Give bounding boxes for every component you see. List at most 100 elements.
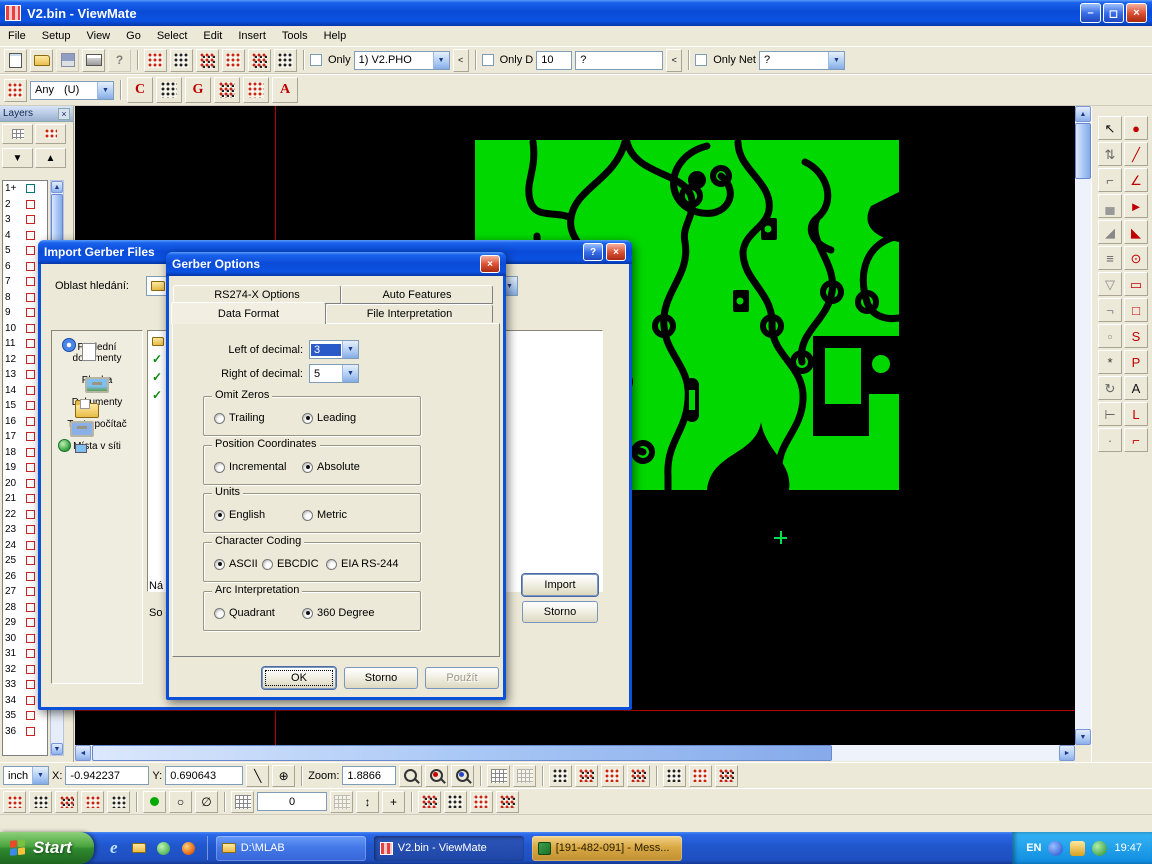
radio-selected-icon[interactable] — [302, 608, 313, 619]
open-file-button[interactable] — [30, 49, 53, 72]
layer-color-box[interactable] — [26, 696, 35, 705]
pad-filter-4-button[interactable] — [627, 765, 650, 787]
layer-row[interactable]: 1+ — [3, 181, 47, 197]
layer-colors-button[interactable] — [35, 124, 66, 144]
flash-view-button[interactable] — [196, 49, 219, 72]
units-metric-radio[interactable]: Metric — [302, 509, 347, 521]
vertical-scrollbar[interactable]: ▲ ▼ — [1075, 106, 1091, 745]
layer-color-box[interactable] — [26, 324, 35, 333]
left-of-decimal-selector[interactable]: 3 ▼ — [309, 340, 359, 359]
layer-color-box[interactable] — [26, 293, 35, 302]
layer-color-box[interactable] — [26, 603, 35, 612]
tab-file-interpretation[interactable]: File Interpretation — [326, 304, 493, 323]
y-coordinate-field[interactable]: 0.690643 — [165, 766, 243, 785]
chevron-down-icon[interactable]: ▼ — [342, 365, 358, 382]
import-cancel-button[interactable]: Storno — [522, 601, 598, 623]
layer-color-box[interactable] — [26, 510, 35, 519]
draw-mode-5-button[interactable] — [107, 791, 130, 813]
gerber-aperture-button[interactable]: G — [185, 77, 211, 103]
position-absolute-radio[interactable]: Absolute — [302, 461, 360, 473]
layer-color-box[interactable] — [26, 231, 35, 240]
dcode-display-button[interactable] — [144, 49, 167, 72]
layers-panel-header[interactable]: Layers × — [0, 106, 73, 122]
highlight-button[interactable] — [170, 49, 193, 72]
layer-color-box[interactable] — [26, 680, 35, 689]
pad-filter-5-button[interactable] — [663, 765, 686, 787]
unit-selector[interactable]: inch ▼ — [3, 766, 49, 785]
radio-selected-icon[interactable] — [214, 559, 225, 570]
file-selector[interactable]: 1) V2.PHO ▼ — [354, 51, 450, 70]
taskbar-task-viewmate[interactable]: V2.bin - ViewMate — [374, 836, 524, 861]
dots-tool[interactable]: ▫ — [1098, 324, 1122, 348]
title-bar[interactable]: V2.bin - ViewMate – ◻ × — [0, 0, 1152, 26]
net-selector[interactable]: ? ▼ — [759, 51, 845, 70]
grid-setup-button[interactable] — [231, 791, 254, 813]
place-recent-documents[interactable]: Poslední dokumenty — [52, 342, 142, 364]
draw-mode-2-button[interactable] — [29, 791, 52, 813]
grid-toggle-button[interactable] — [487, 765, 510, 787]
layer-color-box[interactable] — [26, 432, 35, 441]
paint-filter-4-button[interactable] — [496, 791, 519, 813]
layer-row[interactable]: 3 — [3, 212, 47, 228]
vertical-scroll-thumb[interactable] — [1075, 123, 1091, 179]
omit-zeros-trailing-radio[interactable]: Trailing — [214, 412, 265, 424]
dot-tool[interactable]: · — [1098, 428, 1122, 452]
tray-antivirus-icon[interactable] — [1092, 841, 1107, 856]
measure-button[interactable]: ╲ — [246, 765, 269, 787]
only-d-checkbox[interactable] — [482, 54, 494, 66]
menu-item-setup[interactable]: Setup — [34, 28, 79, 44]
layer-color-box[interactable] — [26, 339, 35, 348]
horizontal-scrollbar[interactable]: ◄ ► — [75, 745, 1075, 761]
place-my-computer[interactable]: Tento počítač — [52, 419, 142, 430]
draw-mode-3-button[interactable] — [55, 791, 78, 813]
radio-selected-icon[interactable] — [302, 413, 313, 424]
browser-icon[interactable] — [179, 838, 199, 858]
internet-explorer-icon[interactable]: e — [104, 838, 124, 858]
position-incremental-radio[interactable]: Incremental — [214, 461, 286, 473]
layer-color-box[interactable] — [26, 401, 35, 410]
start-button[interactable]: Start — [0, 832, 94, 864]
zoom-selection-button[interactable] — [425, 765, 448, 787]
radio-selected-icon[interactable] — [214, 510, 225, 521]
menu-item-select[interactable]: Select — [149, 28, 196, 44]
scroll-left-icon[interactable]: ◄ — [75, 745, 91, 761]
zoom-in-button[interactable] — [399, 765, 422, 787]
pad-filter-1-button[interactable] — [549, 765, 572, 787]
fill-tool[interactable]: ▄ — [1098, 194, 1122, 218]
pad-filter-3-button[interactable] — [601, 765, 624, 787]
tray-network-icon[interactable] — [1048, 841, 1063, 856]
dialog-help-button[interactable]: ? — [583, 243, 603, 261]
anchor-center-button[interactable]: + — [382, 791, 405, 813]
place-network[interactable]: Místa v síti — [52, 441, 142, 452]
layer-color-box[interactable] — [26, 355, 35, 364]
radio-icon[interactable] — [302, 510, 313, 521]
spline-tool[interactable]: S — [1124, 324, 1148, 348]
l-shape-tool[interactable]: L — [1124, 402, 1148, 426]
gerber-close-button[interactable]: × — [480, 255, 500, 273]
negate-tool[interactable]: ¬ — [1098, 298, 1122, 322]
origin-button[interactable]: ⊕ — [272, 765, 295, 787]
layer-color-box[interactable] — [26, 494, 35, 503]
dialog-close-button[interactable]: × — [606, 243, 626, 261]
status-led-button[interactable] — [143, 791, 166, 813]
menu-item-insert[interactable]: Insert — [230, 28, 274, 44]
measure-tool[interactable]: ⊢ — [1098, 402, 1122, 426]
prev-file-button[interactable]: < — [453, 49, 469, 72]
layers-scroll-down-icon[interactable]: ▼ — [51, 743, 63, 755]
pad-filter-2-button[interactable] — [575, 765, 598, 787]
arc-360-radio[interactable]: 360 Degree — [302, 607, 375, 619]
snap-grid-button[interactable] — [513, 765, 536, 787]
annotation-button[interactable]: A — [272, 77, 298, 103]
layer-color-box[interactable] — [26, 417, 35, 426]
layer-row[interactable]: 36 — [3, 724, 47, 740]
coding-eia-radio[interactable]: EIA RS-244 — [326, 558, 398, 570]
pad-filter-7-button[interactable] — [715, 765, 738, 787]
menu-item-help[interactable]: Help — [316, 28, 355, 44]
layer-color-box[interactable] — [26, 184, 35, 193]
dcode-count-field[interactable]: 0 — [257, 792, 327, 811]
arc-quadrant-radio[interactable]: Quadrant — [214, 607, 275, 619]
menu-item-tools[interactable]: Tools — [274, 28, 316, 44]
radio-icon[interactable] — [214, 413, 225, 424]
tray-update-icon[interactable] — [1070, 841, 1085, 856]
circle-aperture-button[interactable]: C — [127, 77, 153, 103]
